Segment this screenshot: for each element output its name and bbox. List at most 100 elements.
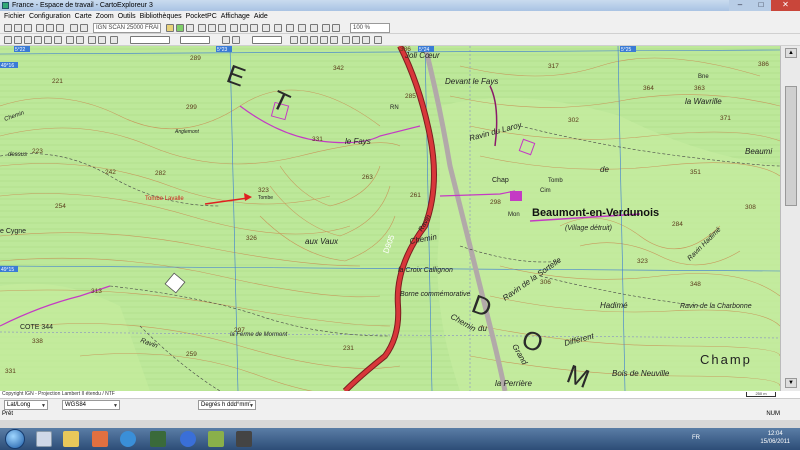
menu-fichier[interactable]: Fichier [4, 11, 25, 22]
profile-icon[interactable] [286, 24, 294, 32]
close-button[interactable]: ✕ [771, 0, 800, 11]
label-village-detruit: (Village détruit) [565, 225, 612, 232]
spot-height: 289 [190, 55, 201, 62]
cursor-icon[interactable] [290, 36, 298, 44]
label-la-wavrille: la Wavrille [685, 97, 722, 106]
cut-icon[interactable] [46, 24, 54, 32]
symbol-icon[interactable] [24, 36, 32, 44]
spot-height: 371 [720, 115, 731, 122]
maximize-button[interactable]: □ [751, 0, 771, 11]
menu-configuration[interactable]: Configuration [29, 11, 71, 22]
app-icon-taskbar[interactable] [236, 431, 252, 447]
flag-icon[interactable] [310, 24, 318, 32]
save-icon[interactable] [24, 24, 32, 32]
format-select[interactable]: Degrés h ddd°mm' ▼ [198, 400, 256, 410]
sync-icon[interactable] [362, 36, 370, 44]
fill-icon[interactable] [98, 36, 106, 44]
menu-outils[interactable]: Outils [118, 11, 136, 22]
menu-pocketpc[interactable]: PocketPC [186, 11, 217, 22]
spot-height: 297 [234, 327, 245, 334]
unlink-icon[interactable] [232, 36, 240, 44]
line-style-field[interactable] [130, 36, 170, 44]
internet-explorer-icon[interactable] [120, 431, 136, 447]
arrow-icon[interactable] [66, 36, 74, 44]
folder-icon[interactable] [63, 431, 79, 447]
menu-carte[interactable]: Carte [75, 11, 92, 22]
datum-select[interactable]: WGS84 ▼ [62, 400, 120, 410]
spot-height: 254 [55, 203, 66, 210]
menu-bibliotheques[interactable]: Bibliothèques [140, 11, 182, 22]
spot-height: 386 [400, 46, 411, 53]
color-icon[interactable] [88, 36, 96, 44]
map-view[interactable]: D O M E T Joli Cœur Devant le Fays Ravin… [0, 46, 780, 391]
waypoint-icon[interactable] [230, 24, 238, 32]
spot-height: 323 [258, 187, 269, 194]
circle-icon[interactable] [54, 36, 62, 44]
bike-icon[interactable] [218, 24, 226, 32]
layer-icon[interactable] [166, 24, 174, 32]
clock[interactable]: 12:04 15/06/2011 [760, 430, 790, 446]
route-icon[interactable] [240, 24, 248, 32]
magnify-icon[interactable] [320, 36, 328, 44]
pin-icon[interactable] [298, 24, 306, 32]
walk-icon[interactable] [208, 24, 216, 32]
start-button[interactable] [5, 429, 25, 449]
line-icon[interactable] [34, 36, 42, 44]
coord-system-select[interactable]: Lat/Long ▼ [4, 400, 48, 410]
label-beaumi: Beaumi [745, 147, 772, 156]
track-icon[interactable] [250, 24, 258, 32]
grid-icon[interactable] [186, 24, 194, 32]
grid-label: 5°24 [419, 47, 430, 53]
zoom-select[interactable]: 100 % [350, 23, 390, 33]
cartoexploreur-taskbar-icon[interactable] [150, 431, 166, 447]
text-icon[interactable] [14, 36, 22, 44]
style-icon[interactable] [110, 36, 118, 44]
menu-aide[interactable]: Aide [254, 11, 268, 22]
dropdown-arrow-icon: ▼ [41, 403, 46, 409]
scroll-up-icon[interactable]: ▲ [785, 48, 797, 58]
measure-icon[interactable] [76, 36, 84, 44]
menu-affichage[interactable]: Affichage [221, 11, 250, 22]
pen-icon[interactable] [208, 431, 224, 447]
explorer-icon[interactable] [36, 431, 52, 447]
green-map-icon[interactable] [176, 24, 184, 32]
polygon-icon[interactable] [44, 36, 52, 44]
print-icon[interactable] [36, 24, 44, 32]
map-layer-select[interactable]: IGN SCAN 25000 FRAI [93, 23, 161, 33]
scroll-thumb[interactable] [785, 86, 797, 206]
car-icon[interactable] [198, 24, 206, 32]
back-arrow-icon[interactable] [70, 24, 78, 32]
list-icon[interactable] [274, 24, 282, 32]
open-icon[interactable] [14, 24, 22, 32]
language-indicator[interactable]: FR [692, 435, 700, 441]
font-field[interactable] [252, 36, 282, 44]
label-bois-de-neuville: Bois de Neuville [612, 369, 670, 378]
label-beaumont: Beaumont-en-Verdunois [532, 207, 659, 219]
refresh-icon[interactable] [342, 36, 350, 44]
minimize-button[interactable]: – [729, 0, 751, 11]
magnify-minus-icon[interactable] [330, 36, 338, 44]
label-hadime: Hadimé [600, 301, 628, 310]
google-earth-icon[interactable] [180, 431, 196, 447]
forward-arrow-icon[interactable] [80, 24, 88, 32]
gps-icon[interactable] [352, 36, 360, 44]
link-icon[interactable] [222, 36, 230, 44]
zoom-in-icon[interactable] [322, 24, 330, 32]
layers-icon[interactable] [374, 36, 382, 44]
cross-icon[interactable] [300, 36, 308, 44]
scroll-down-icon[interactable]: ▼ [785, 378, 797, 388]
menu-zoom[interactable]: Zoom [96, 11, 114, 22]
copy-icon[interactable] [56, 24, 64, 32]
media-icon[interactable] [92, 431, 108, 447]
grid-label: 49°15 [1, 267, 14, 273]
new-icon[interactable] [4, 24, 12, 32]
label-tomb: Tomb [548, 178, 563, 184]
label-chap: Chap [492, 177, 509, 184]
photo-icon[interactable] [262, 24, 270, 32]
zoom-out-icon[interactable] [332, 24, 340, 32]
topographic-map[interactable]: D O M E T Joli Cœur Devant le Fays Ravin… [0, 46, 780, 391]
width-field[interactable] [180, 36, 210, 44]
select-icon[interactable] [4, 36, 12, 44]
hand-icon[interactable] [310, 36, 318, 44]
vertical-scrollbar[interactable]: ▲ ▼ [780, 46, 800, 391]
